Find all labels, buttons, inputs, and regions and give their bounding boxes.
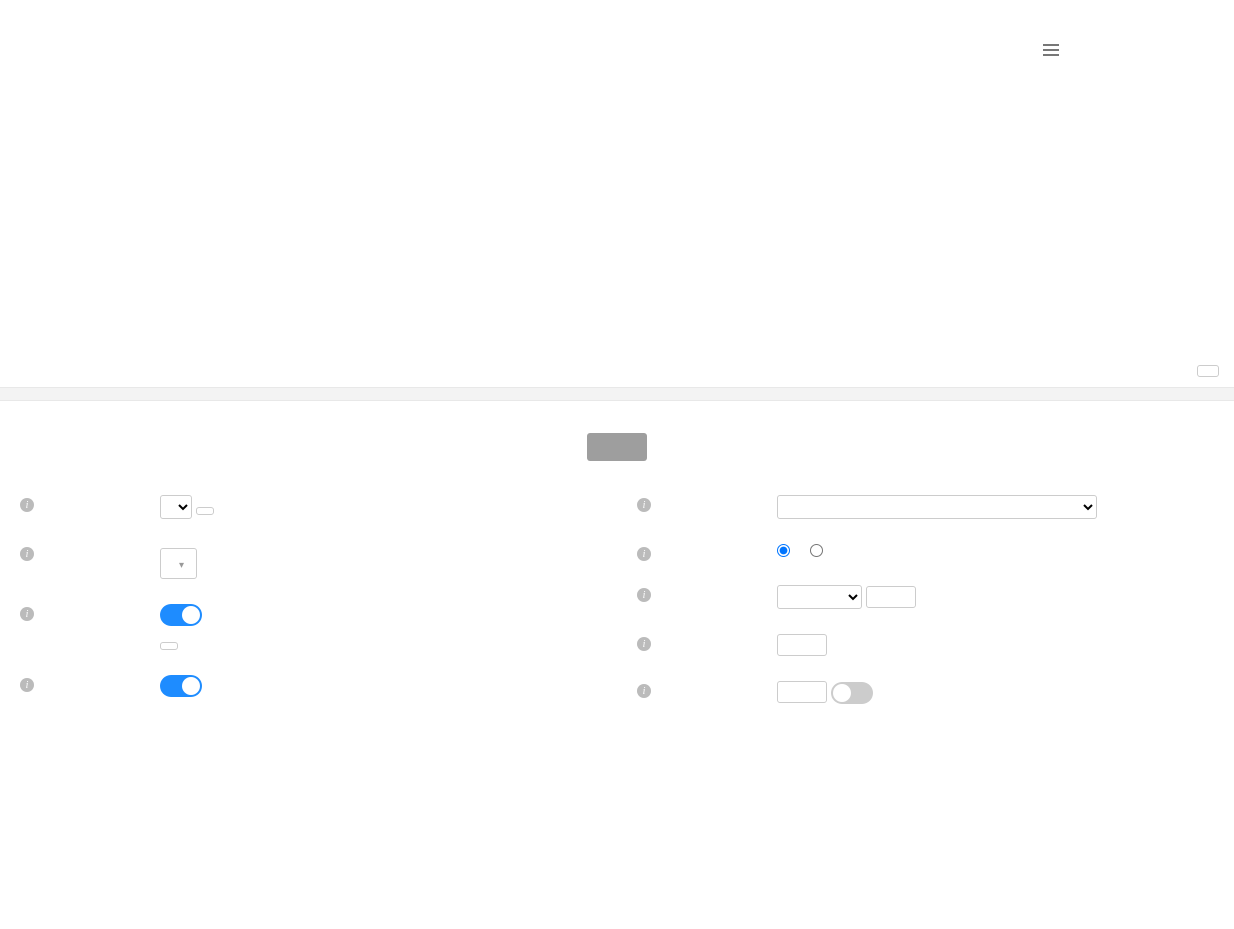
close-settings-button[interactable] [587, 433, 647, 461]
calc-opt-gain-tax[interactable] [777, 545, 794, 560]
filter-button[interactable] [160, 548, 197, 579]
tax-long-term-input[interactable] [777, 634, 827, 656]
info-icon[interactable]: i [20, 678, 34, 692]
info-icon[interactable]: i [637, 547, 651, 561]
row-tax-short-term: i [637, 585, 1214, 614]
info-icon[interactable]: i [637, 498, 651, 512]
previous-trades-toggle[interactable] [160, 604, 202, 626]
row-tax-long-term: i [637, 634, 1214, 661]
type-description-button[interactable] [1197, 365, 1219, 377]
summary-line [0, 0, 1234, 16]
chart-plot[interactable] [20, 36, 1080, 341]
section-separator [0, 387, 1234, 401]
calc-opt-gain-only[interactable] [810, 545, 823, 560]
row-tax-year: i [20, 495, 597, 524]
row-group-by-day: i [20, 675, 597, 702]
row-previous-trades: i [20, 604, 597, 655]
long-term-never-toggle[interactable] [831, 682, 873, 704]
info-icon[interactable]: i [637, 684, 651, 698]
tax-short-term-select[interactable] [777, 585, 862, 609]
chart-container [0, 16, 1234, 351]
tax-year-custom-button[interactable] [196, 507, 214, 515]
info-icon[interactable]: i [637, 637, 651, 651]
info-icon[interactable]: i [20, 607, 34, 621]
previous-trades-custom-button[interactable] [160, 642, 178, 650]
info-icon[interactable]: i [637, 588, 651, 602]
row-method: i [637, 495, 1214, 524]
long-term-after-input[interactable] [777, 681, 827, 703]
group-by-day-toggle[interactable] [160, 675, 202, 697]
method-select[interactable] [777, 495, 1097, 519]
row-tax-calculation: i [637, 544, 1214, 565]
tax-short-term-custom-input[interactable] [866, 586, 916, 608]
info-icon[interactable]: i [20, 498, 34, 512]
info-icon[interactable]: i [20, 547, 34, 561]
tax-year-select[interactable] [160, 495, 192, 519]
row-long-term-after: i [637, 681, 1214, 704]
row-filter: i [20, 544, 597, 584]
